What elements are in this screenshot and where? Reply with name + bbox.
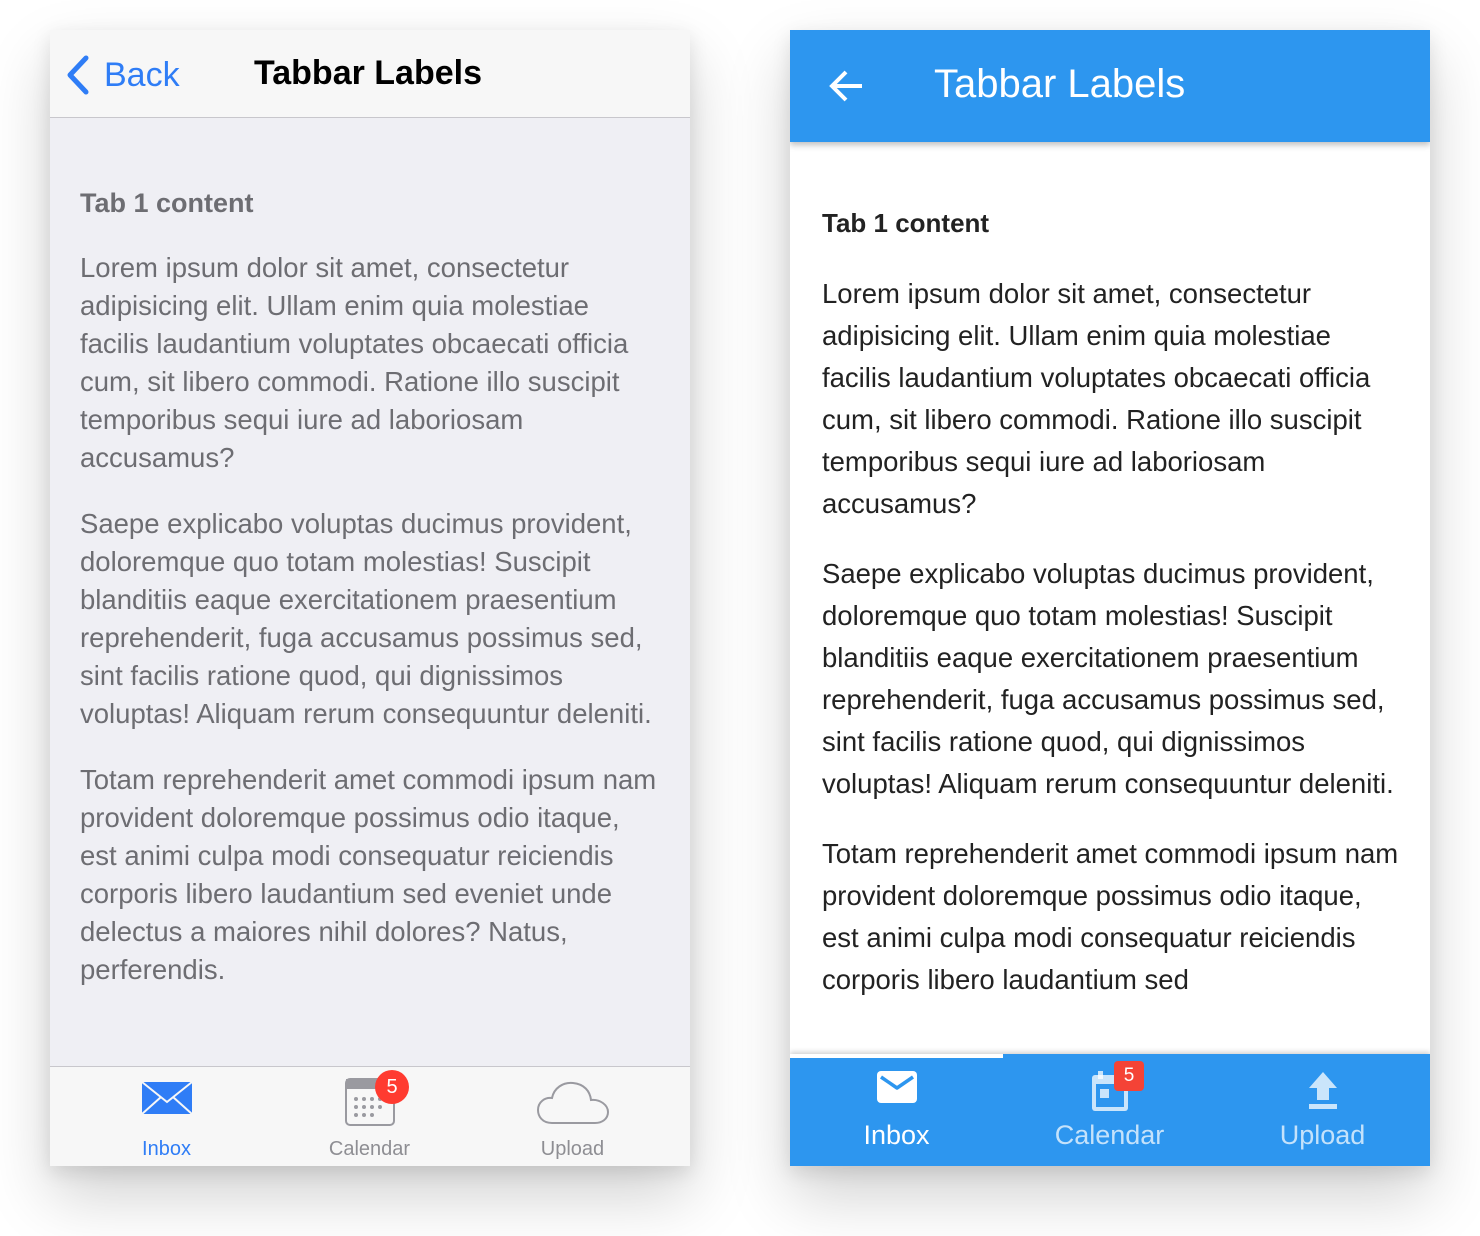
tab-label: Inbox [863,1120,930,1150]
tab-inbox[interactable]: Inbox [790,1054,1003,1166]
android-screen: Tabbar Labels Tab 1 content Lorem ipsum … [790,30,1430,1166]
tab-label: Inbox [142,1138,191,1160]
tab-label: Calendar [328,1138,411,1160]
tab-calendar[interactable]: 5 Calendar [1003,1054,1216,1166]
ios-screen: Back Tabbar Labels Tab 1 content Lorem i… [50,30,690,1166]
ios-navigation-bar: Back Tabbar Labels [50,30,690,118]
arrow-back-icon[interactable] [826,66,866,106]
upload-icon [1308,1072,1337,1109]
paragraph: Totam reprehenderit amet commodi ipsum n… [80,764,657,985]
notification-badge: 5 [1114,1061,1144,1091]
cloud-icon [536,1081,609,1124]
envelope-icon [140,1081,193,1115]
tab-label: Upload [1279,1120,1366,1150]
chevron-left-icon [67,55,89,95]
back-button[interactable]: Back [64,54,180,96]
tab-label: Upload [540,1138,605,1160]
tab-bar: Inbox 5 Calendar Upload [50,1066,690,1166]
paragraph: Lorem ipsum dolor sit amet, consectetur … [80,252,629,473]
page-title: Tabbar Labels [934,62,1186,106]
paragraph: Lorem ipsum dolor sit amet, consectetur … [822,278,1371,519]
email-icon [876,1071,917,1103]
tab-label: Calendar [1054,1120,1165,1150]
paragraph: Saepe explicabo voluptas ducimus provide… [822,558,1394,799]
tab-bar: Inbox 5 Calendar Upload [790,1054,1430,1166]
tab-content: Tab 1 content Lorem ipsum dolor sit amet… [80,188,660,1017]
app-bar: Tabbar Labels [790,30,1430,142]
back-label: Back [104,55,180,94]
tab-upload[interactable]: Upload [1216,1054,1429,1166]
notification-badge: 5 [375,1070,409,1104]
tab-upload[interactable]: Upload [466,1067,679,1166]
content-heading: Tab 1 content [822,208,990,238]
tab-calendar[interactable]: 5 Calendar [263,1067,476,1166]
page-title: Tabbar Labels [254,54,482,92]
tab-inbox[interactable]: Inbox [60,1067,273,1166]
content-heading: Tab 1 content [80,188,254,218]
paragraph: Totam reprehenderit amet commodi ipsum n… [822,838,1399,995]
paragraph: Saepe explicabo voluptas ducimus provide… [80,508,652,729]
tab-content: Tab 1 content Lorem ipsum dolor sit amet… [822,208,1402,1029]
